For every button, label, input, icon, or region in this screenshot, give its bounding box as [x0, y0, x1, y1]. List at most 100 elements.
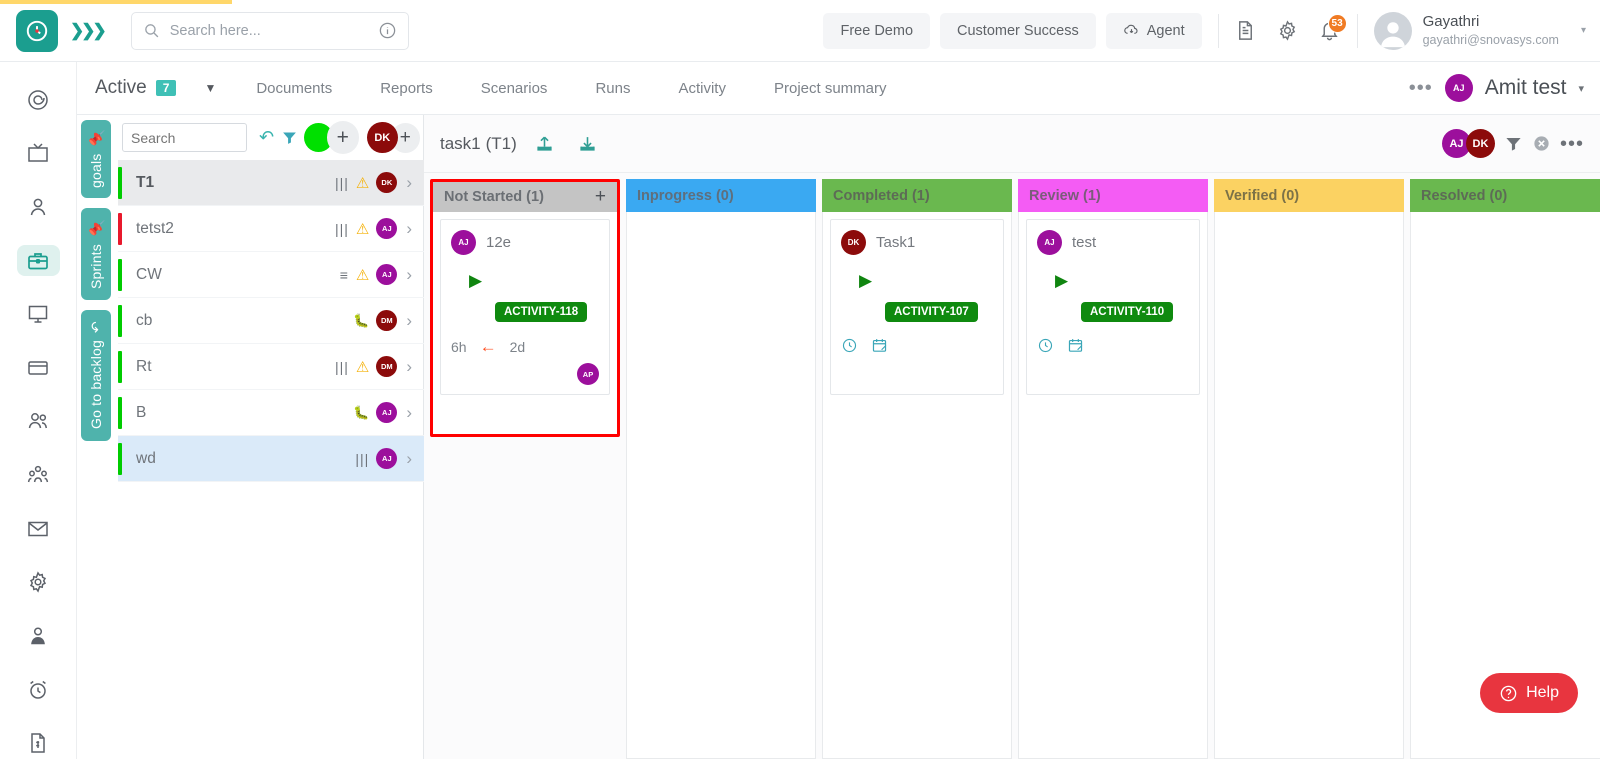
vtab-goals[interactable]: goals 📌	[81, 120, 111, 198]
sidebar-item-card[interactable]	[17, 352, 60, 384]
task-search-input[interactable]	[122, 123, 247, 152]
tab-documents[interactable]: Documents	[256, 80, 332, 97]
agent-button[interactable]: Agent	[1106, 13, 1202, 49]
chevron-right-icon[interactable]: ›	[406, 403, 412, 423]
project-name[interactable]: Amit test	[1485, 76, 1567, 100]
clock-icon[interactable]	[841, 337, 858, 354]
sidebar-item-mail[interactable]	[17, 513, 60, 545]
play-icon[interactable]: ▶	[469, 271, 599, 291]
sidebar-item-user[interactable]	[17, 620, 60, 652]
task-row[interactable]: cb 🐛 DM ›	[118, 298, 424, 344]
tab-reports[interactable]: Reports	[380, 80, 433, 97]
download-icon[interactable]	[578, 134, 597, 153]
card-avatar[interactable]: AJ	[1037, 230, 1062, 255]
tab-runs[interactable]: Runs	[595, 80, 630, 97]
task-row[interactable]: CW ≡ ⚠ AJ ›	[118, 252, 424, 298]
add-card-button[interactable]: +	[595, 186, 606, 208]
play-icon[interactable]: ▶	[1055, 271, 1189, 291]
free-demo-button[interactable]: Free Demo	[823, 13, 930, 49]
column-body[interactable]: AJ test ▶ ACTIVITY-110	[1018, 212, 1208, 759]
help-button[interactable]: Help	[1480, 673, 1578, 713]
chevron-right-icon[interactable]: ›	[406, 219, 412, 239]
avatar[interactable]	[1374, 12, 1412, 50]
bell-icon[interactable]: 53	[1309, 10, 1351, 52]
tab-project-summary[interactable]: Project summary	[774, 80, 887, 97]
customer-success-button[interactable]: Customer Success	[940, 13, 1096, 49]
gear-icon[interactable]	[1267, 10, 1309, 52]
add-task-button[interactable]: +	[327, 121, 359, 154]
play-icon[interactable]: ▶	[859, 271, 993, 291]
funnel-icon[interactable]	[281, 129, 298, 146]
double-chevron-right-icon[interactable]: ❯❯❯	[70, 21, 104, 41]
search-input[interactable]	[170, 23, 378, 39]
assignee-avatar[interactable]: AJ	[376, 264, 397, 285]
user-info[interactable]: Gayathri gayathri@snovasys.com	[1423, 12, 1559, 48]
activity-tag[interactable]: ACTIVITY-118	[495, 302, 587, 322]
chevron-right-icon[interactable]: ›	[406, 265, 412, 285]
vtab-sprints[interactable]: Sprints 📌	[81, 208, 111, 300]
assignee-avatar[interactable]: DM	[376, 356, 397, 377]
active-dropdown-caret[interactable]: ▼	[204, 81, 216, 95]
assignee-avatar[interactable]: DM	[376, 310, 397, 331]
task-row[interactable]: T1 ||| ⚠ DK ›	[118, 160, 424, 206]
document-icon[interactable]	[1225, 10, 1267, 52]
sidebar-item-team[interactable]	[17, 459, 60, 491]
funnel-icon[interactable]	[1504, 134, 1523, 153]
vtab-go-to-backlog[interactable]: Go to backlog ↶	[81, 310, 111, 441]
card-avatar[interactable]: AJ	[451, 230, 476, 255]
card[interactable]: AJ 12e ▶ ACTIVITY-118 6h ← 2d AP	[440, 219, 610, 395]
active-filter[interactable]: Active 7	[77, 77, 176, 99]
task-row[interactable]: tetst2 ||| ⚠ AJ ›	[118, 206, 424, 252]
tab-activity[interactable]: Activity	[678, 80, 726, 97]
left-arrow-icon: ←	[480, 337, 497, 357]
assignee-avatar[interactable]: DK	[376, 172, 397, 193]
more-dots-icon[interactable]: •••	[1560, 138, 1584, 150]
tab-scenarios[interactable]: Scenarios	[481, 80, 548, 97]
assignee-avatar[interactable]: AJ	[376, 402, 397, 423]
chevron-right-icon[interactable]: ›	[406, 311, 412, 331]
card-footer	[1037, 337, 1189, 354]
clear-circle-icon[interactable]	[1532, 134, 1551, 153]
refresh-icon[interactable]: ↶	[259, 127, 274, 148]
activity-tag[interactable]: ACTIVITY-110	[1081, 302, 1173, 322]
sidebar-item-monitor[interactable]	[17, 298, 60, 330]
calendar-edit-icon[interactable]	[871, 337, 888, 354]
sidebar-item-invoice[interactable]	[17, 727, 60, 759]
sidebar-item-spiral[interactable]	[17, 84, 60, 116]
chevron-right-icon[interactable]: ›	[406, 449, 412, 469]
column-body[interactable]	[626, 212, 816, 759]
chevron-down-icon[interactable]: ▾	[1581, 25, 1586, 36]
assignee-avatar[interactable]: AJ	[376, 218, 397, 239]
sidebar-item-person[interactable]	[17, 191, 60, 223]
assignee-avatar[interactable]: AJ	[376, 448, 397, 469]
upload-icon[interactable]	[535, 134, 554, 153]
card-avatar[interactable]: DK	[841, 230, 866, 255]
column-header: Resolved (0)	[1410, 179, 1600, 212]
sidebar-item-briefcase[interactable]	[17, 245, 60, 277]
owner-avatar[interactable]: DK	[367, 122, 397, 153]
sidebar-item-alarm[interactable]	[17, 674, 60, 706]
chevron-right-icon[interactable]: ›	[406, 173, 412, 193]
board-avatar[interactable]: DK	[1466, 129, 1495, 158]
chevron-right-icon[interactable]: ›	[406, 357, 412, 377]
global-search[interactable]	[131, 12, 409, 50]
activity-tag[interactable]: ACTIVITY-107	[885, 302, 978, 322]
column-body[interactable]	[1214, 212, 1404, 759]
clock-icon[interactable]	[1037, 337, 1054, 354]
more-dots-icon[interactable]: •••	[1409, 82, 1433, 94]
chevron-down-icon[interactable]: ▾	[1578, 82, 1584, 95]
sidebar-item-tv[interactable]	[17, 138, 60, 170]
task-row[interactable]: B 🐛 AJ ›	[118, 390, 424, 436]
column-body[interactable]: AJ 12e ▶ ACTIVITY-118 6h ← 2d AP	[433, 212, 617, 434]
card[interactable]: DK Task1 ▶ ACTIVITY-107	[830, 219, 1004, 395]
calendar-edit-icon[interactable]	[1067, 337, 1084, 354]
clock-logo[interactable]	[16, 10, 58, 52]
task-row[interactable]: wd ||| AJ ›	[118, 436, 424, 482]
sidebar-item-people[interactable]	[17, 406, 60, 438]
column-body[interactable]: DK Task1 ▶ ACTIVITY-107	[822, 212, 1012, 759]
task-row[interactable]: Rt ||| ⚠ DM ›	[118, 344, 424, 390]
sidebar-item-settings[interactable]	[17, 566, 60, 598]
info-icon[interactable]	[378, 21, 397, 40]
card-corner-avatar[interactable]: AP	[577, 363, 599, 385]
card[interactable]: AJ test ▶ ACTIVITY-110	[1026, 219, 1200, 395]
